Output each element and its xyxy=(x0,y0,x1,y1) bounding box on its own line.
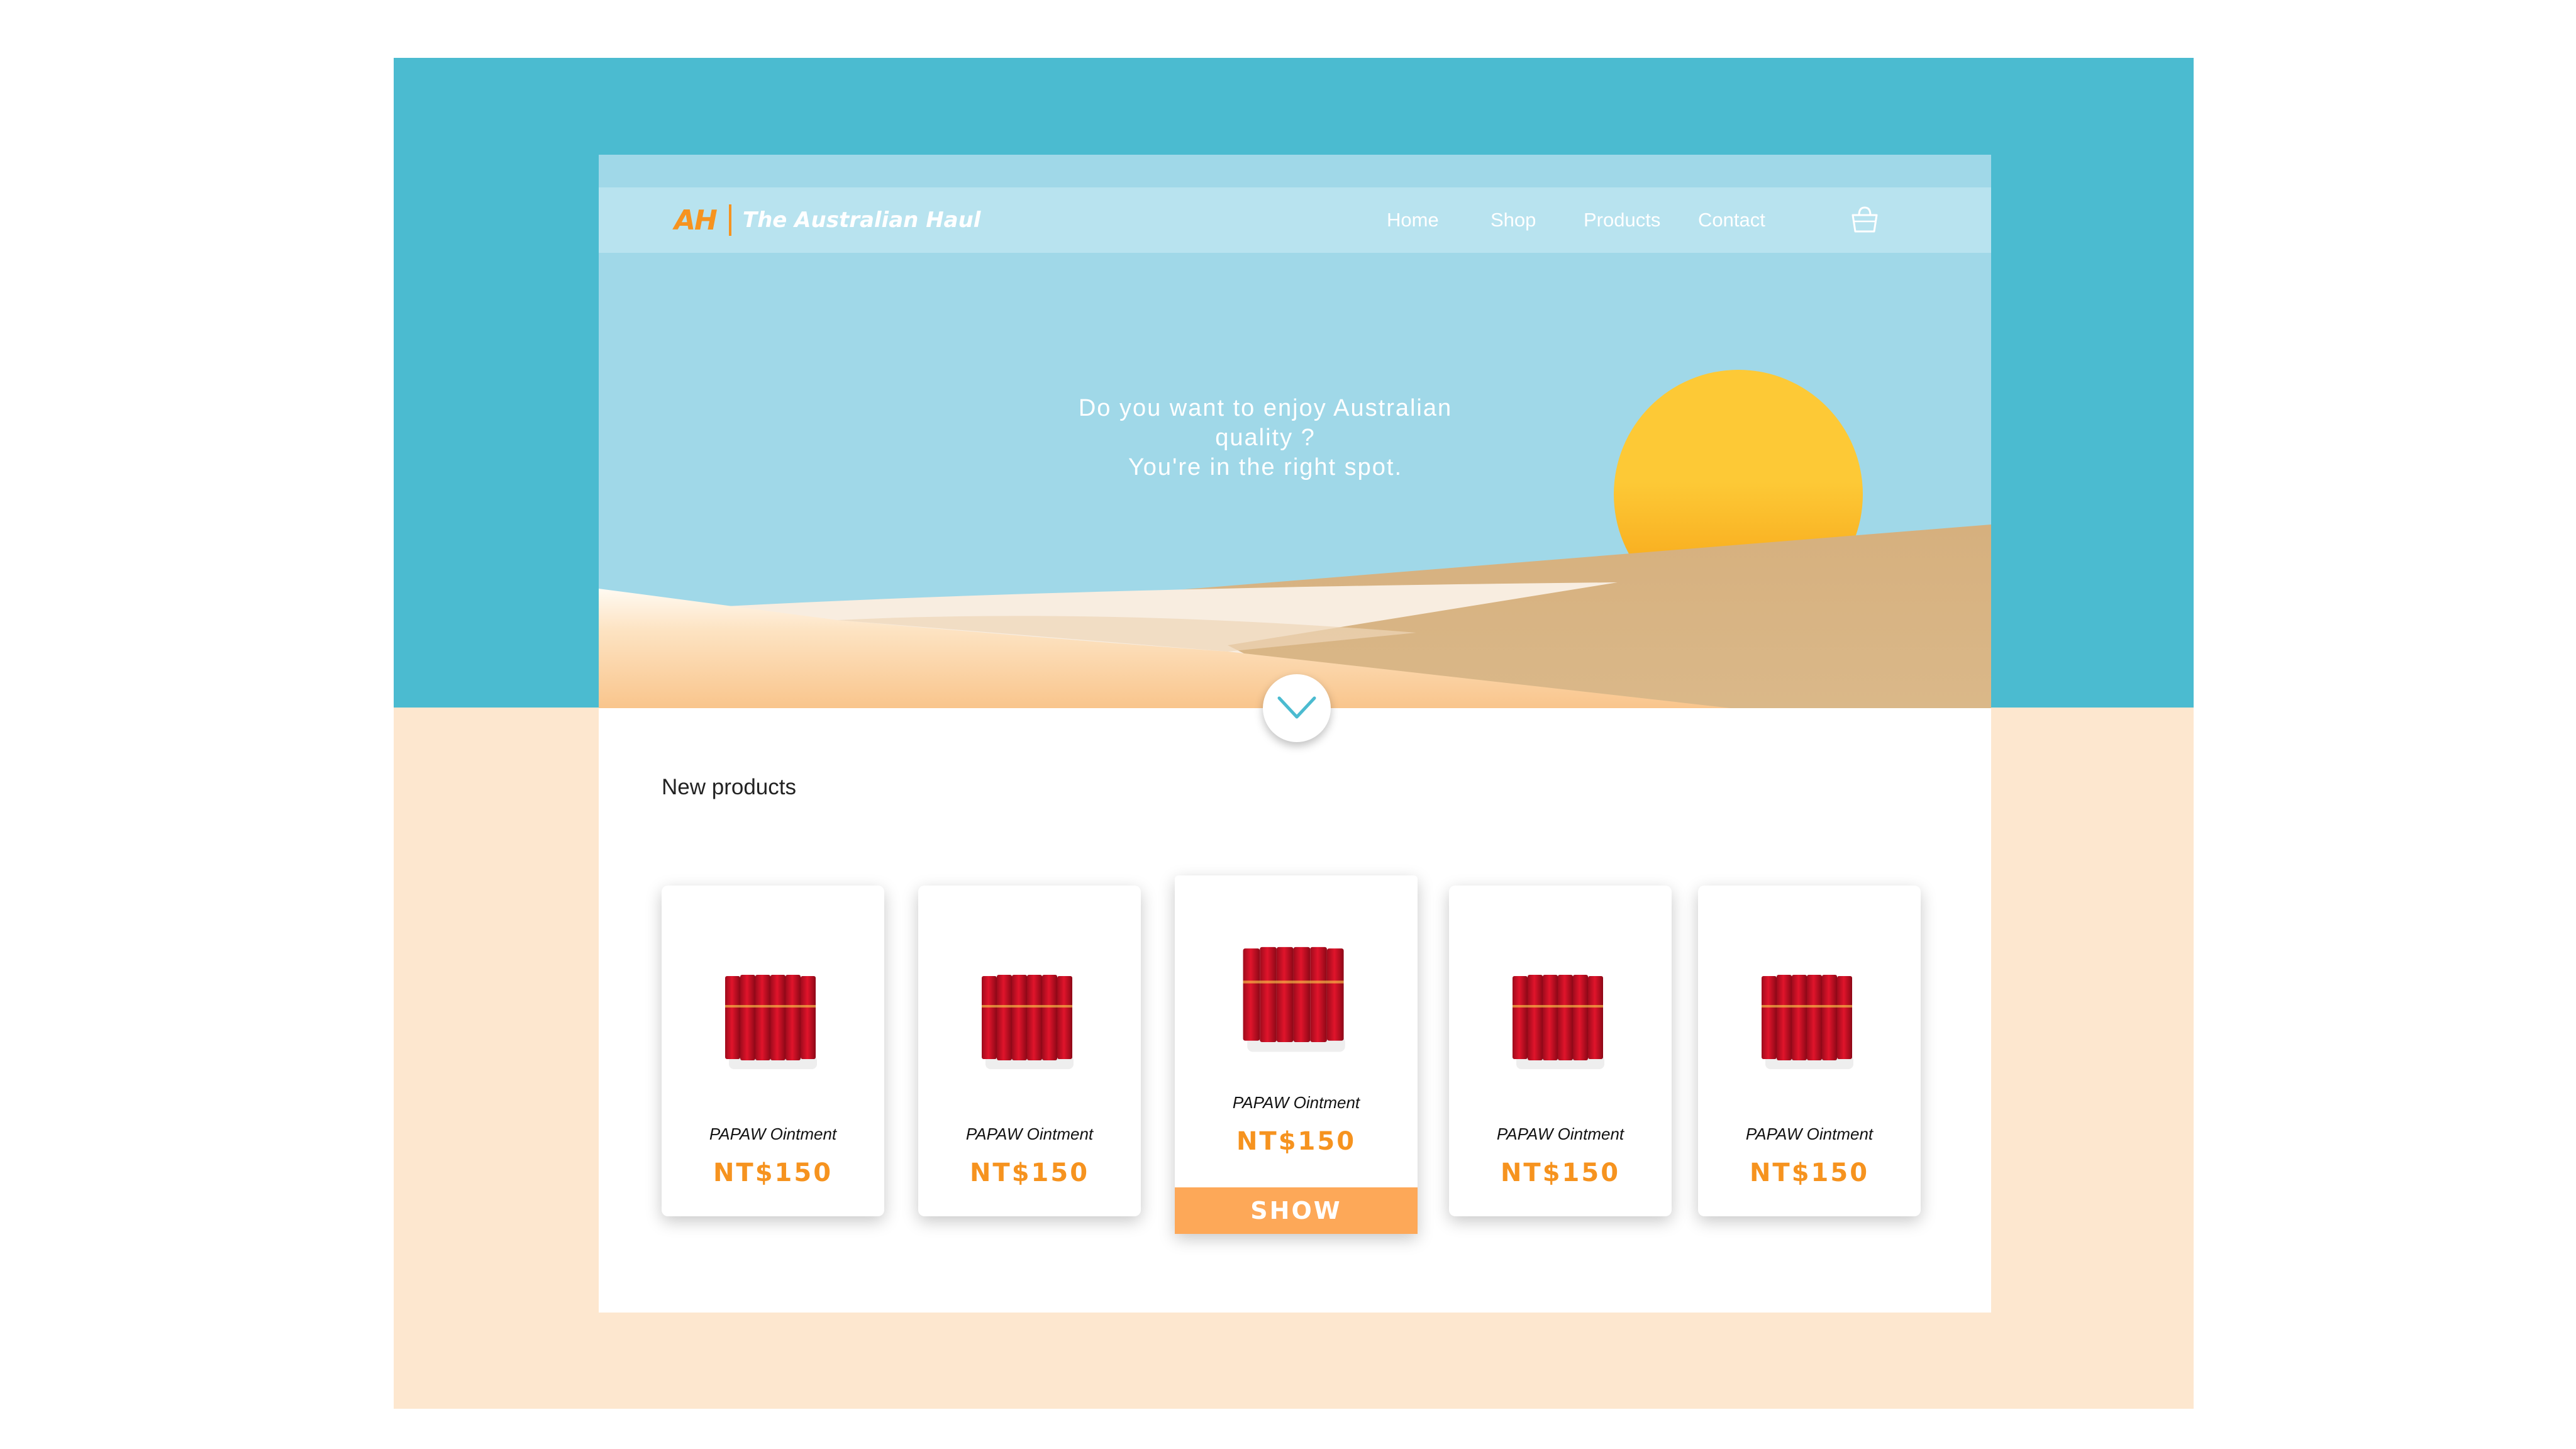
product-image xyxy=(725,975,817,1069)
product-name: PAPAW Ointment xyxy=(1496,1124,1624,1143)
nav-links: Home Shop Products Contact xyxy=(599,187,1991,253)
hero-line-3: You're in the right spot. xyxy=(1128,454,1403,480)
product-image xyxy=(1243,947,1345,1052)
product-image xyxy=(1513,975,1604,1069)
top-navbar: AH The Australian Haul Home Shop Product… xyxy=(599,187,1991,253)
product-card[interactable]: PAPAW Ointment NT$150 xyxy=(918,886,1141,1216)
nav-contact[interactable]: Contact xyxy=(1698,209,1765,231)
product-image xyxy=(1762,975,1853,1069)
hero-line-1: Do you want to enjoy Australian xyxy=(1078,395,1453,421)
product-price: NT$150 xyxy=(1749,1158,1870,1187)
section-title-new-products: New products xyxy=(662,775,796,799)
show-button[interactable]: SHOW xyxy=(1175,1187,1418,1234)
shopping-basket-icon[interactable] xyxy=(1849,204,1880,235)
product-name: PAPAW Ointment xyxy=(1745,1124,1874,1143)
product-card[interactable]: PAPAW Ointment NT$150 xyxy=(662,886,884,1216)
product-price: NT$150 xyxy=(713,1158,833,1187)
product-card[interactable]: PAPAW Ointment NT$150 xyxy=(1698,886,1921,1216)
hero-banner: AH The Australian Haul Home Shop Product… xyxy=(599,155,1991,708)
nav-products[interactable]: Products xyxy=(1584,209,1660,231)
website-mockup: AH The Australian Haul Home Shop Product… xyxy=(599,155,1991,1313)
nav-home[interactable]: Home xyxy=(1387,209,1439,231)
hero-line-2: quality ? xyxy=(1215,425,1316,451)
product-price: NT$150 xyxy=(969,1158,1090,1187)
hero-tagline: Do you want to enjoy Australian quality … xyxy=(1064,394,1467,482)
chevron-down-icon xyxy=(1277,696,1316,719)
product-image xyxy=(982,975,1074,1069)
product-name: PAPAW Ointment xyxy=(965,1124,1094,1143)
scroll-down-button[interactable] xyxy=(1263,674,1331,742)
product-price: NT$150 xyxy=(1236,1127,1357,1156)
product-name: PAPAW Ointment xyxy=(1232,1093,1360,1112)
product-price: NT$150 xyxy=(1500,1158,1621,1187)
product-card-highlighted[interactable]: PAPAW Ointment NT$150 SHOW xyxy=(1175,875,1418,1234)
product-card[interactable]: PAPAW Ointment NT$150 xyxy=(1449,886,1672,1216)
product-name: PAPAW Ointment xyxy=(709,1124,837,1143)
nav-shop[interactable]: Shop xyxy=(1491,209,1536,231)
